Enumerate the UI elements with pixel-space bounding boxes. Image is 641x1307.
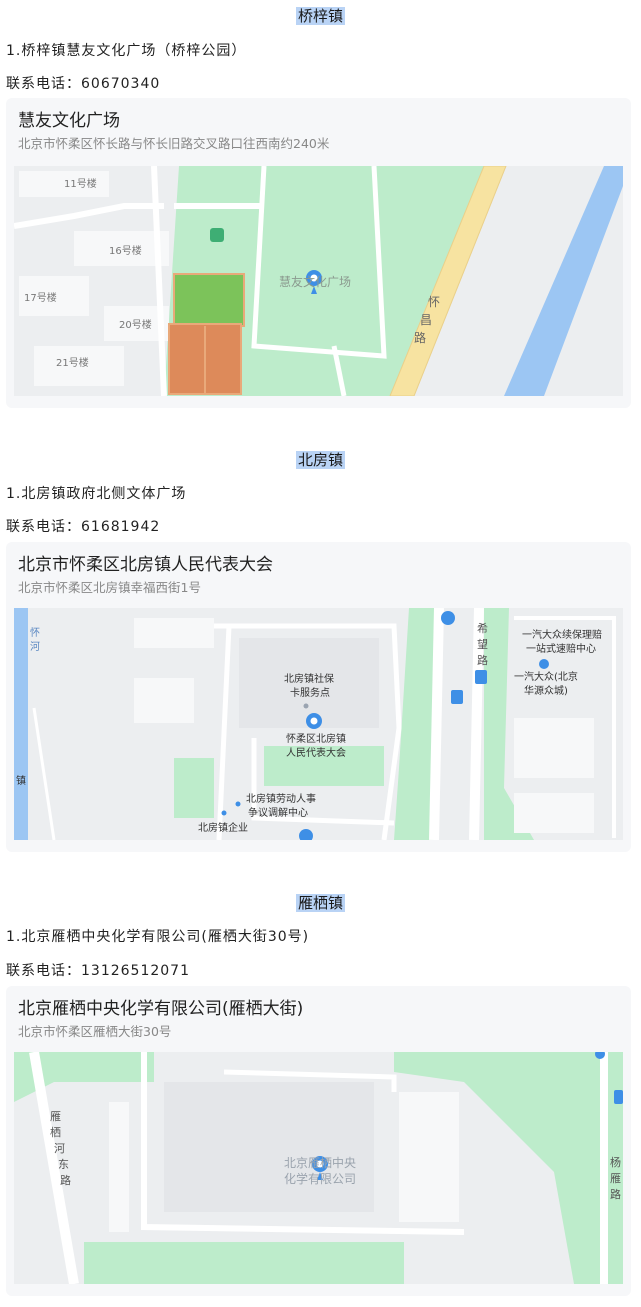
- card-title: 北京市怀柔区北房镇人民代表大会: [18, 555, 273, 575]
- map-label: 慧友文化广场: [279, 274, 351, 289]
- map-label: 人民代表大会: [286, 746, 346, 759]
- map-label: 路: [610, 1188, 621, 1201]
- map-label: 东: [58, 1158, 69, 1171]
- map-label: 河: [54, 1142, 65, 1155]
- map-label: 北京雁栖中央: [284, 1155, 356, 1170]
- map-label: 昌: [420, 313, 432, 327]
- location-card[interactable]: 慧友文化广场 北京市怀柔区怀长路与怀长旧路交叉路口往西南约240米 11号楼 1…: [6, 98, 631, 408]
- map-graphic: 北房镇社保 卡服务点 怀柔区北房镇 人民代表大会 北房镇劳动人事 争议调解中心 …: [14, 608, 623, 840]
- map-label: 怀: [428, 295, 440, 309]
- map-label: 一站式速赔中心: [526, 642, 596, 655]
- map-label: 卡服务点: [290, 686, 330, 699]
- map-label: 路: [60, 1174, 71, 1187]
- venue-line: 1.北房镇政府北侧文体广场: [6, 486, 187, 502]
- card-address: 北京市怀柔区北房镇幸福西街1号: [18, 580, 201, 595]
- map-label: 怀柔区北房镇: [286, 732, 346, 745]
- map-label: 北房镇劳动人事: [246, 792, 316, 805]
- town-heading-yanqi: 雁栖镇: [0, 892, 641, 914]
- town-heading-text: 桥梓镇: [295, 7, 345, 25]
- town-heading-text: 北房镇: [295, 451, 345, 469]
- map-label: 杨: [610, 1155, 621, 1169]
- map-view[interactable]: 雁 栖 河 东 路 北京雁栖中央 化学有限公司 杨 雁 路: [14, 1052, 623, 1284]
- location-card[interactable]: 北京雁栖中央化学有限公司(雁栖大街) 北京市怀柔区雁栖大街30号 雁 栖 河 东…: [6, 986, 631, 1296]
- map-label: 希: [477, 621, 488, 635]
- map-label: 一汽大众续保理赔: [522, 628, 602, 641]
- map-label: 北房镇社保: [284, 672, 334, 685]
- map-label: 21号楼: [56, 356, 89, 369]
- map-label: 镇: [16, 774, 26, 787]
- town-heading-text: 雁栖镇: [295, 894, 345, 912]
- town-heading-qiaozi: 桥梓镇: [0, 5, 641, 27]
- map-label: 17号楼: [24, 291, 57, 304]
- map-label: 路: [414, 330, 426, 345]
- venue-line: 1.桥梓镇慧友文化广场（桥梓公园）: [6, 43, 247, 59]
- map-label: 20号楼: [119, 318, 152, 331]
- map-label: 雁: [610, 1172, 621, 1185]
- map-label: 栖: [50, 1125, 61, 1139]
- phone-line: 联系电话：61681942: [6, 519, 161, 535]
- location-card[interactable]: 北京市怀柔区北房镇人民代表大会 北京市怀柔区北房镇幸福西街1号 北房镇社保 卡服…: [6, 542, 631, 852]
- card-address: 北京市怀柔区怀长路与怀长旧路交叉路口往西南约240米: [18, 136, 330, 151]
- map-label: 北房镇企业: [198, 821, 248, 834]
- map-label: 16号楼: [109, 244, 142, 257]
- map-label: 路: [477, 654, 488, 667]
- map-label: 争议调解中心: [248, 806, 308, 819]
- map-view[interactable]: 11号楼 16号楼 17号楼 20号楼 21号楼 慧友文化广场 怀 昌 路: [14, 166, 623, 396]
- map-label: 华源众城): [524, 684, 568, 697]
- map-graphic: 11号楼 16号楼 17号楼 20号楼 21号楼 慧友文化广场 怀 昌 路: [14, 166, 623, 396]
- map-label: 雁: [50, 1110, 61, 1123]
- map-label: 一汽大众(北京: [514, 670, 578, 683]
- town-heading-beifang: 北房镇: [0, 449, 641, 471]
- card-address: 北京市怀柔区雁栖大街30号: [18, 1024, 172, 1039]
- card-title: 慧友文化广场: [18, 111, 120, 131]
- map-label: 化学有限公司: [284, 1171, 356, 1186]
- map-view[interactable]: 北房镇社保 卡服务点 怀柔区北房镇 人民代表大会 北房镇劳动人事 争议调解中心 …: [14, 608, 623, 840]
- phone-line: 联系电话：13126512071: [6, 963, 190, 979]
- map-label: 望: [477, 638, 488, 651]
- map-label: 怀: [30, 627, 40, 639]
- map-label: 河: [30, 641, 40, 653]
- map-label: 11号楼: [64, 177, 97, 190]
- map-graphic: 雁 栖 河 东 路 北京雁栖中央 化学有限公司 杨 雁 路: [14, 1052, 623, 1284]
- phone-line: 联系电话：60670340: [6, 76, 161, 92]
- card-title: 北京雁栖中央化学有限公司(雁栖大街): [18, 999, 304, 1019]
- venue-line: 1.北京雁栖中央化学有限公司(雁栖大街30号): [6, 929, 310, 945]
